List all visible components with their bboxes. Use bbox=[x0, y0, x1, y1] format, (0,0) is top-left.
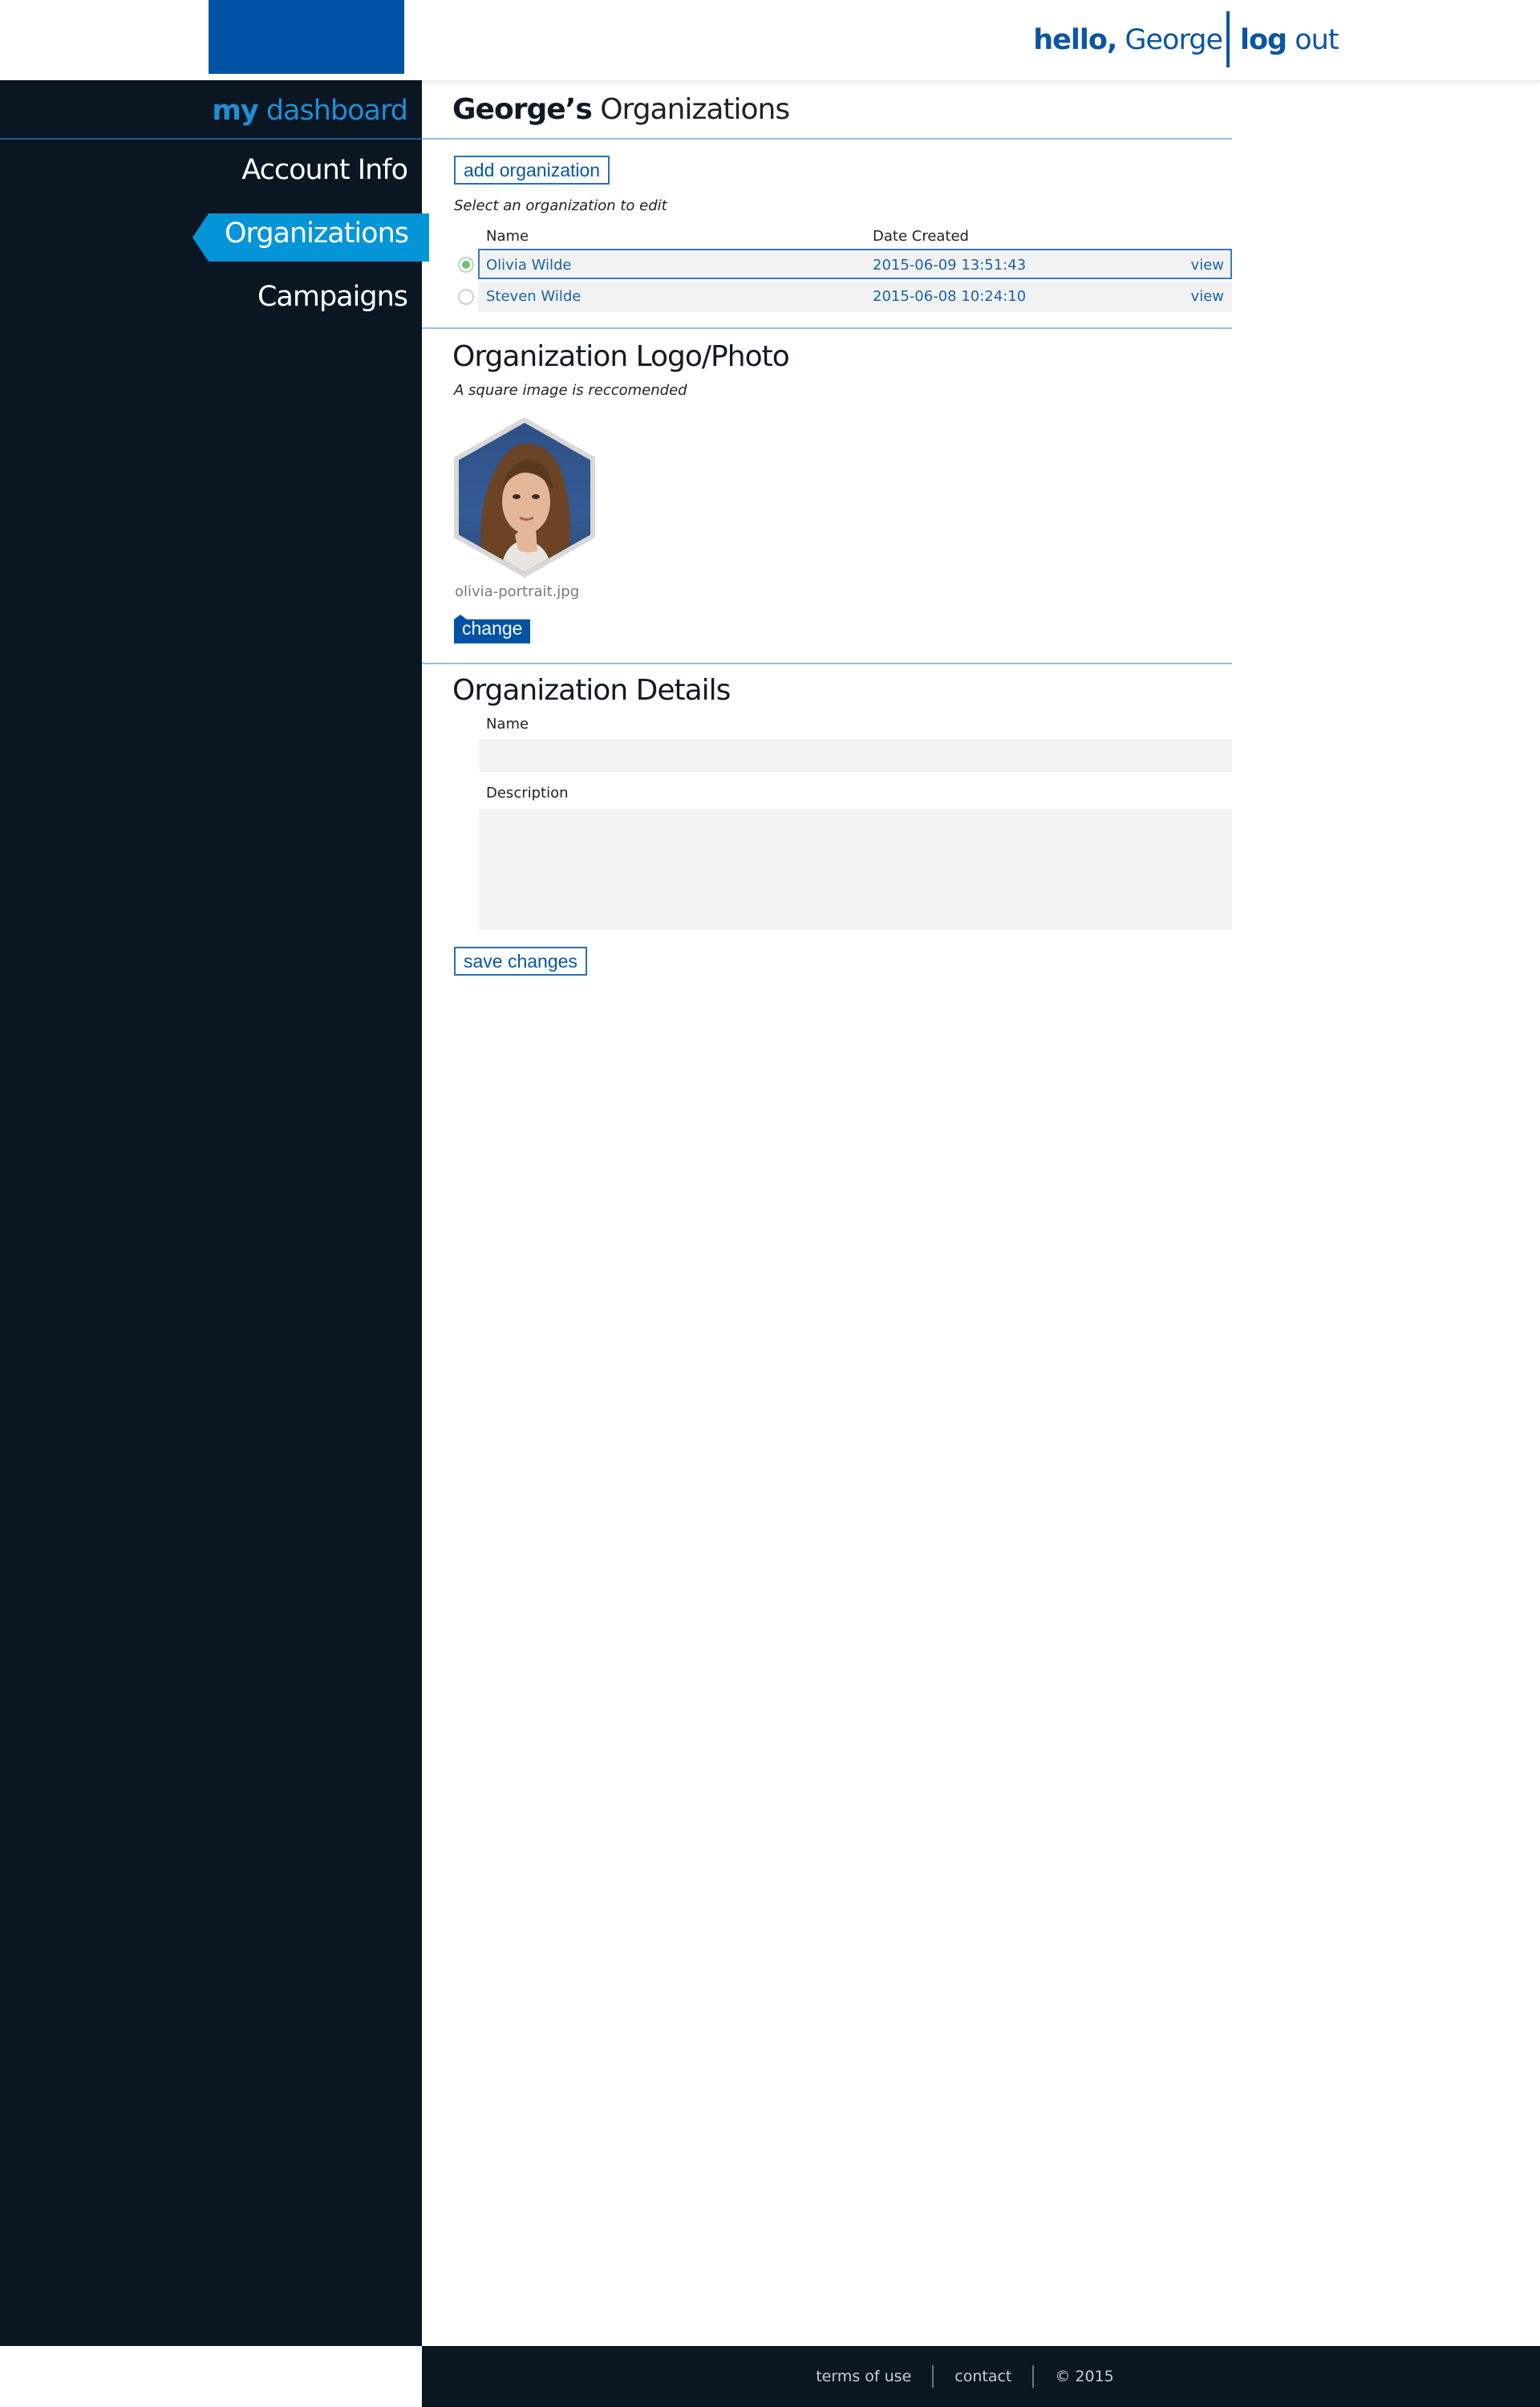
section-divider bbox=[422, 138, 1232, 140]
column-header-name: Name bbox=[486, 228, 529, 245]
portrait-image bbox=[459, 423, 590, 572]
description-field-label: Description bbox=[486, 785, 569, 802]
sidebar-item-organizations-text[interactable]: Organizations bbox=[192, 217, 429, 250]
logout-label-bold: log bbox=[1240, 24, 1287, 56]
org-date: 2015-06-09 13:51:43 bbox=[873, 257, 1027, 274]
save-changes-button[interactable]: save changes bbox=[454, 947, 587, 976]
terms-of-use-link[interactable]: terms of use bbox=[795, 2368, 932, 2385]
page-title-owner: George’s bbox=[452, 93, 593, 126]
add-organization-button[interactable]: add organization bbox=[454, 156, 610, 185]
organization-photo bbox=[454, 417, 595, 578]
sidebar-item-account-info[interactable]: Account Info bbox=[241, 154, 408, 186]
name-field-label: Name bbox=[486, 716, 529, 733]
select-hint: Select an organization to edit bbox=[454, 197, 667, 214]
contact-link[interactable]: contact bbox=[934, 2368, 1032, 2385]
sidebar-item-label: Account Info bbox=[241, 154, 408, 186]
footer-links: terms of use contact © 2015 bbox=[422, 2346, 1540, 2407]
change-photo-button[interactable]: change bbox=[454, 615, 531, 643]
column-header-date: Date Created bbox=[873, 228, 969, 245]
org-radio-selected[interactable] bbox=[458, 257, 474, 273]
sidebar-title-bold: my bbox=[212, 95, 258, 127]
site-logo[interactable] bbox=[209, 0, 404, 74]
sidebar: my dashboard Account Info Organizations … bbox=[0, 80, 429, 2346]
logout-link[interactable]: log out bbox=[1240, 24, 1339, 56]
sidebar-item-label: Organizations bbox=[225, 217, 409, 250]
section-divider bbox=[422, 327, 1232, 329]
organization-description-input[interactable] bbox=[479, 809, 1232, 929]
section-divider bbox=[422, 663, 1232, 664]
user-name: George bbox=[1125, 24, 1223, 56]
logo-hint: A square image is reccomended bbox=[454, 382, 687, 399]
table-row[interactable]: Olivia Wilde 2015-06-09 13:51:43 view bbox=[478, 249, 1232, 279]
copyright-text: © 2015 bbox=[1055, 2368, 1114, 2385]
greeting-prefix: hello, bbox=[1033, 24, 1117, 56]
org-name: Olivia Wilde bbox=[486, 257, 572, 274]
top-header: hello, George log out bbox=[0, 0, 1540, 80]
sidebar-divider bbox=[0, 138, 422, 140]
view-link[interactable]: view bbox=[1191, 257, 1224, 274]
sidebar-item-label: Campaigns bbox=[257, 281, 408, 313]
org-date: 2015-06-08 10:24:10 bbox=[873, 288, 1027, 305]
sidebar-item-campaigns[interactable]: Campaigns bbox=[257, 281, 408, 313]
page-title: George’s Organizations bbox=[452, 93, 790, 126]
details-section-heading: Organization Details bbox=[452, 674, 731, 707]
photo-filename: olivia-portrait.jpg bbox=[455, 583, 580, 600]
organization-name-input[interactable] bbox=[479, 740, 1232, 772]
footer: terms of use contact © 2015 bbox=[422, 2346, 1540, 2407]
portrait-illustration bbox=[480, 443, 570, 572]
user-greeting: hello, George bbox=[1033, 24, 1223, 56]
page-title-rest: Organizations bbox=[600, 93, 790, 126]
org-radio[interactable] bbox=[458, 289, 474, 305]
sidebar-title: my dashboard bbox=[212, 95, 408, 127]
org-name: Steven Wilde bbox=[486, 288, 582, 305]
table-row[interactable]: Steven Wilde 2015-06-08 10:24:10 view bbox=[478, 282, 1232, 312]
header-divider bbox=[1226, 11, 1230, 67]
logo-section-heading: Organization Logo/Photo bbox=[452, 340, 790, 373]
view-link[interactable]: view bbox=[1191, 288, 1224, 305]
logout-label-light: out bbox=[1295, 24, 1339, 56]
sidebar-title-light: dashboard bbox=[265, 95, 408, 127]
